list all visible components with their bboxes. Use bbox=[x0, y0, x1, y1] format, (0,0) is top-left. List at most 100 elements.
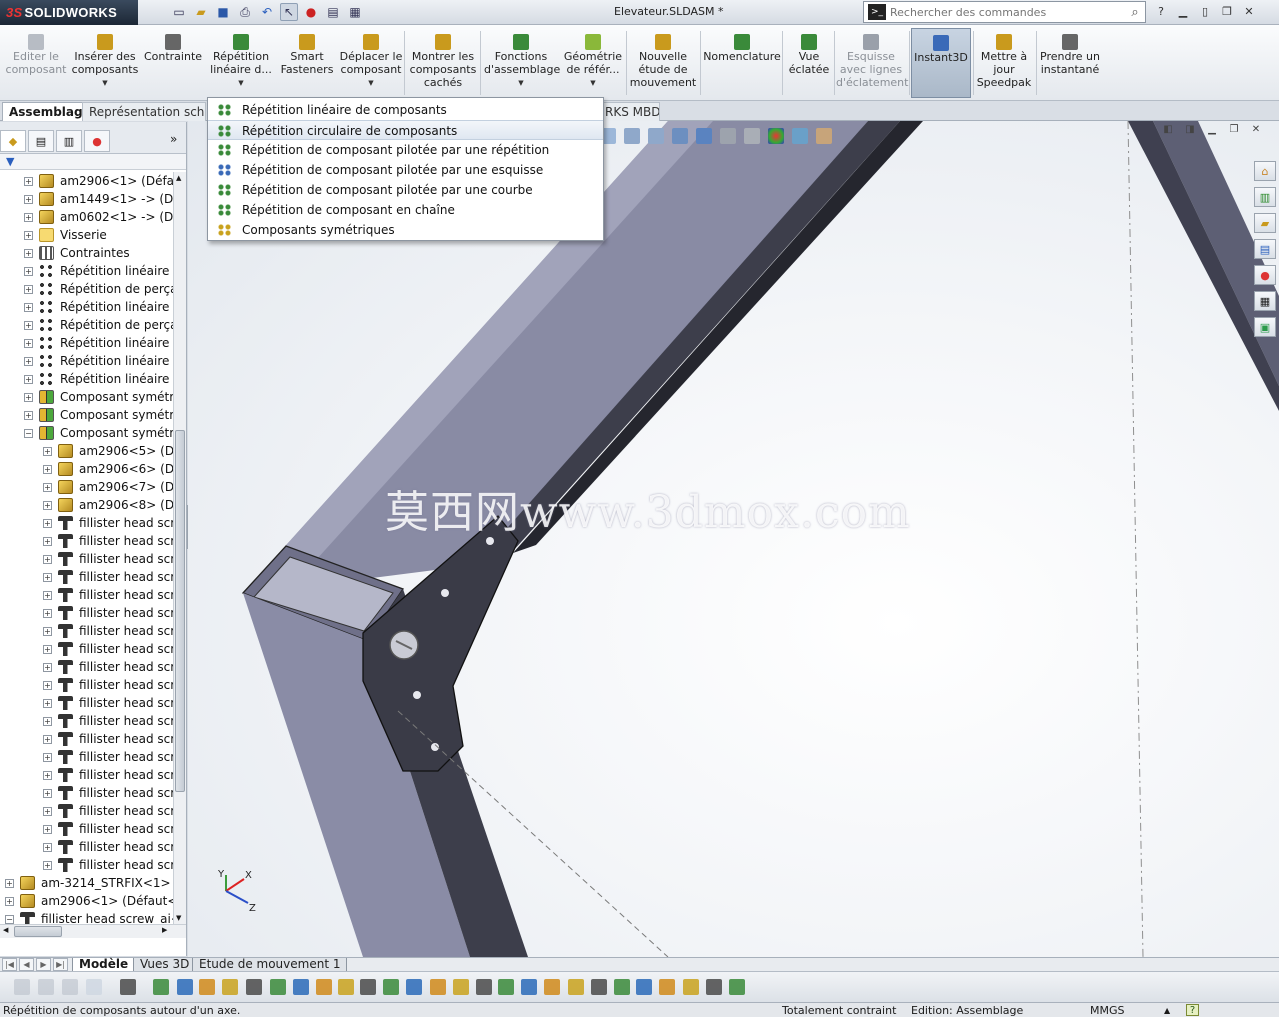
tree-item[interactable]: + Composant symétriq bbox=[0, 388, 173, 406]
file-explorer-icon[interactable]: ▰ bbox=[1254, 213, 1276, 233]
expand-icon[interactable]: + bbox=[43, 645, 52, 654]
collapse-icon[interactable]: − bbox=[24, 429, 33, 438]
tree-item[interactable]: + fillister head screv bbox=[0, 838, 173, 856]
tree-horizontal-scrollbar[interactable]: ◀ ▶ bbox=[0, 924, 186, 938]
filter-blocks-icon[interactable] bbox=[521, 979, 537, 995]
filter-balloons-icon[interactable] bbox=[544, 979, 560, 995]
tree-item[interactable]: + am1449<1> -> (Défa bbox=[0, 190, 173, 208]
mate-button[interactable]: Contrainte bbox=[142, 28, 204, 98]
expand-icon[interactable]: + bbox=[43, 735, 52, 744]
show-hidden-components-button[interactable]: Montrer les composants cachés bbox=[408, 28, 478, 98]
tree-item[interactable]: + fillister head screv bbox=[0, 604, 173, 622]
view-orientation-icon[interactable] bbox=[696, 128, 712, 144]
tree-vertical-scrollbar[interactable]: ▲ ▼ bbox=[173, 172, 186, 924]
viewport-split-right-icon[interactable]: ◨ bbox=[1182, 124, 1198, 138]
expand-icon[interactable]: + bbox=[24, 231, 33, 240]
tree-item[interactable]: + fillister head screv bbox=[0, 514, 173, 532]
expand-icon[interactable]: + bbox=[43, 573, 52, 582]
solidworks-logo[interactable]: 3S SOLIDWORKS bbox=[0, 0, 138, 25]
expand-icon[interactable]: + bbox=[43, 519, 52, 528]
tree-item[interactable]: + Visserie bbox=[0, 226, 173, 244]
edit-appearance-icon[interactable] bbox=[768, 128, 784, 144]
section-view-icon[interactable] bbox=[672, 128, 688, 144]
tab-vues-3d[interactable]: Vues 3D bbox=[133, 958, 197, 972]
menu-item-pattern-driven-component-pattern[interactable]: Répétition de composant pilotée par une … bbox=[208, 140, 603, 160]
filter-vertices-icon[interactable] bbox=[153, 979, 169, 995]
filter-dimensions-icon[interactable] bbox=[383, 979, 399, 995]
insert-components-button[interactable]: Insérer des composants ▼ bbox=[70, 28, 140, 98]
tree-item[interactable]: + fillister head screv bbox=[0, 532, 173, 550]
dropdown-arrow-icon[interactable]: ▼ bbox=[338, 77, 404, 90]
tree-item[interactable]: + am2906<1> (Défaut<<De bbox=[0, 892, 173, 910]
solidworks-resources-icon[interactable]: ⌂ bbox=[1254, 161, 1276, 181]
tree-item[interactable]: + fillister head screv bbox=[0, 784, 173, 802]
appearance-tab-icon[interactable]: ● bbox=[84, 130, 110, 152]
expand-icon[interactable]: + bbox=[43, 663, 52, 672]
menu-item-curve-driven-component-pattern[interactable]: Répétition de composant pilotée par une … bbox=[208, 180, 603, 200]
tree-item[interactable]: + fillister head screv bbox=[0, 586, 173, 604]
expand-icon[interactable]: + bbox=[43, 807, 52, 816]
options-icon[interactable]: ▦ bbox=[346, 3, 364, 21]
scroll-left-icon[interactable]: ◀ bbox=[3, 926, 8, 934]
appearances-scenes-icon[interactable]: ● bbox=[1254, 265, 1276, 285]
filter-cosmetic-threads-icon[interactable] bbox=[568, 979, 584, 995]
open-folder-icon[interactable]: ▰ bbox=[192, 3, 210, 21]
display-style-icon[interactable] bbox=[720, 128, 736, 144]
filter-surfaces-icon[interactable] bbox=[222, 979, 238, 995]
filter-midpoints-icon[interactable] bbox=[338, 979, 354, 995]
help-status-icon[interactable]: ? bbox=[1186, 1004, 1199, 1016]
search-icon[interactable]: ⌕ bbox=[1125, 5, 1145, 20]
tree-item[interactable]: + fillister head screv bbox=[0, 748, 173, 766]
tree-item[interactable]: + Répétition linéaire dé bbox=[0, 352, 173, 370]
expand-icon[interactable]: + bbox=[43, 771, 52, 780]
tree-item[interactable]: + Répétition linéaire dé bbox=[0, 334, 173, 352]
linear-pattern-button[interactable]: Répétition linéaire d... ▼ bbox=[208, 28, 274, 98]
expand-icon[interactable]: + bbox=[43, 483, 52, 492]
tree-item[interactable]: + fillister head screv bbox=[0, 550, 173, 568]
expand-icon[interactable]: + bbox=[5, 897, 14, 906]
collapse-icon[interactable]: − bbox=[5, 915, 14, 924]
zoom-area-icon[interactable] bbox=[624, 128, 640, 144]
rebuild-icon[interactable]: ● bbox=[302, 3, 320, 21]
bill-of-materials-button[interactable]: Nomenclature bbox=[702, 28, 782, 98]
expand-icon[interactable]: + bbox=[43, 699, 52, 708]
scroll-down-icon[interactable]: ▼ bbox=[176, 914, 181, 922]
expand-icon[interactable]: + bbox=[24, 321, 33, 330]
tree-horizontal-scroll-thumb[interactable] bbox=[14, 926, 62, 937]
next-tab-icon[interactable]: ▶ bbox=[36, 958, 51, 971]
status-units[interactable]: MMGS bbox=[1090, 1004, 1125, 1017]
tree-item[interactable]: + Répétition linéaire dé bbox=[0, 298, 173, 316]
instant3d-button[interactable]: Instant3D bbox=[911, 28, 971, 98]
filter-center-marks-icon[interactable] bbox=[360, 979, 376, 995]
new-motion-study-button[interactable]: Nouvelle étude de mouvement bbox=[628, 28, 698, 98]
print-icon[interactable]: ⎙ bbox=[236, 3, 254, 21]
hide-show-items-icon[interactable] bbox=[744, 128, 760, 144]
smart-fasteners-button[interactable]: Smart Fasteners bbox=[278, 28, 336, 98]
tile-icon[interactable]: ▯ bbox=[1196, 3, 1214, 20]
help-icon[interactable]: ? bbox=[1152, 3, 1170, 20]
filter-routing-icon[interactable] bbox=[706, 979, 722, 995]
expand-icon[interactable]: + bbox=[43, 753, 52, 762]
select-all-filters-icon[interactable] bbox=[62, 979, 78, 995]
tree-vertical-scroll-thumb[interactable] bbox=[175, 430, 185, 792]
save-icon[interactable]: ■ bbox=[214, 3, 232, 21]
tree-item[interactable]: + am2906<7> (Défa bbox=[0, 478, 173, 496]
feature-tree-tab-icon[interactable]: ◆ bbox=[0, 130, 26, 152]
expand-icon[interactable]: + bbox=[43, 825, 52, 834]
tree-item[interactable]: + fillister head screv bbox=[0, 802, 173, 820]
viewport-restore-icon[interactable]: ❐ bbox=[1226, 124, 1242, 138]
restore-icon[interactable]: ❐ bbox=[1218, 3, 1236, 20]
filter-toggle-icon[interactable] bbox=[14, 979, 30, 995]
expand-icon[interactable]: + bbox=[24, 177, 33, 186]
expand-icon[interactable]: + bbox=[43, 465, 52, 474]
panel-expand-icon[interactable]: » bbox=[170, 132, 177, 146]
explode-line-sketch-button[interactable]: Esquisse avec lignes d'éclatement bbox=[836, 28, 908, 98]
tree-item[interactable]: + fillister head screv bbox=[0, 766, 173, 784]
minimize-icon[interactable]: ▁ bbox=[1174, 3, 1192, 20]
tree-item[interactable]: + Composant symétriq bbox=[0, 406, 173, 424]
tree-item[interactable]: + Répétition de perçage bbox=[0, 316, 173, 334]
tab-modele[interactable]: Modèle bbox=[72, 958, 136, 972]
tree-item[interactable]: + Répétition linéaire loc bbox=[0, 262, 173, 280]
expand-icon[interactable]: + bbox=[43, 609, 52, 618]
dropdown-arrow-icon[interactable]: ▼ bbox=[484, 77, 558, 90]
